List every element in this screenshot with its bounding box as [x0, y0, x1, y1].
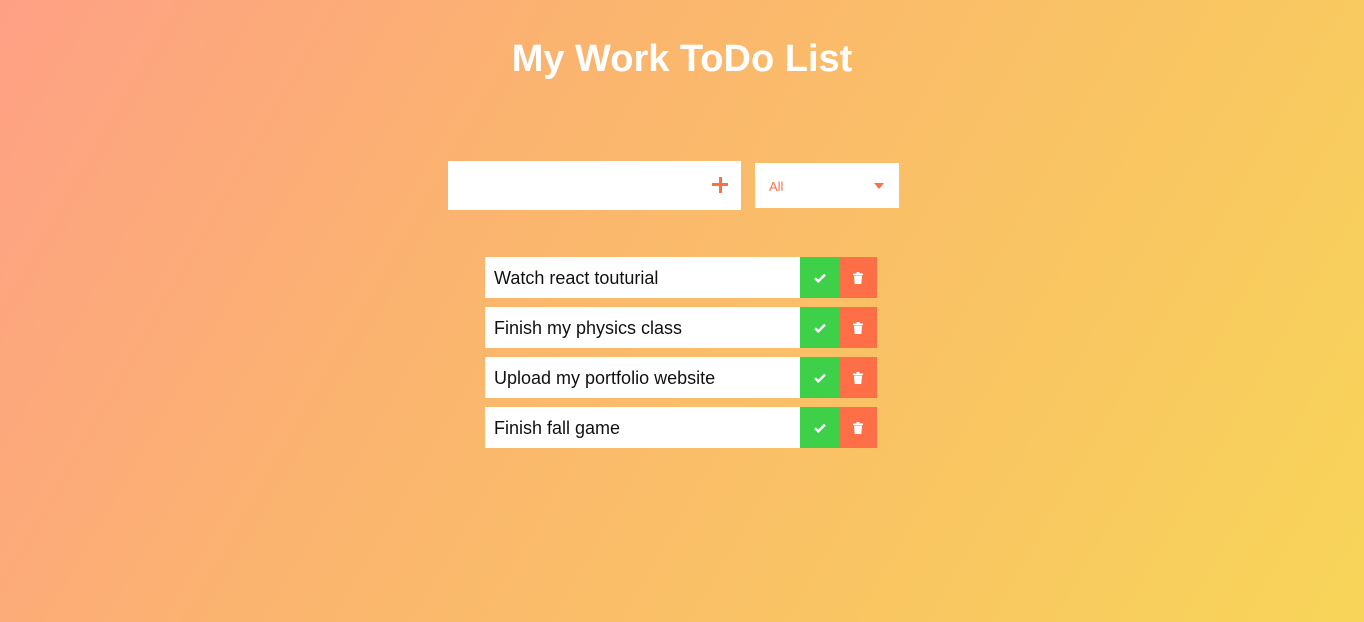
- delete-button[interactable]: [839, 357, 877, 398]
- todo-input-wrapper: [448, 161, 741, 210]
- todo-text: Upload my portfolio website: [494, 368, 716, 388]
- trash-icon: [853, 321, 863, 334]
- trash-icon: [853, 421, 863, 434]
- todo-item: Upload my portfolio website: [485, 357, 877, 398]
- check-icon: [813, 273, 826, 283]
- trash-icon: [853, 371, 863, 384]
- todo-text: Finish my physics class: [494, 318, 683, 338]
- complete-button[interactable]: [800, 407, 839, 448]
- todo-text-box: Finish fall game: [485, 407, 800, 448]
- todo-item: Watch react touturial: [485, 257, 877, 298]
- todo-text: Finish fall game: [494, 418, 621, 438]
- chevron-down-icon: [874, 183, 884, 189]
- check-icon: [813, 323, 826, 333]
- plus-icon: [712, 177, 728, 193]
- delete-button[interactable]: [839, 257, 877, 298]
- delete-button[interactable]: [839, 407, 877, 448]
- add-todo-button[interactable]: [711, 174, 729, 196]
- complete-button[interactable]: [800, 357, 839, 398]
- page-title: My Work ToDo List: [511, 38, 853, 80]
- check-icon: [813, 423, 826, 433]
- todo-text-box: Upload my portfolio website: [485, 357, 800, 398]
- filter-select[interactable]: All: [755, 163, 899, 208]
- complete-button[interactable]: [800, 307, 839, 348]
- trash-icon: [853, 271, 863, 284]
- todo-text-box: Finish my physics class: [485, 307, 800, 348]
- todo-input[interactable]: [448, 161, 698, 210]
- todo-item: Finish fall game: [485, 407, 877, 448]
- todo-text: Watch react touturial: [494, 268, 659, 288]
- todo-text-box: Watch react touturial: [485, 257, 800, 298]
- check-icon: [813, 373, 826, 383]
- todo-item: Finish my physics class: [485, 307, 877, 348]
- filter-selected-value: All: [769, 179, 784, 194]
- todo-list: Watch react touturial Finish my physics …: [485, 257, 877, 457]
- complete-button[interactable]: [800, 257, 839, 298]
- delete-button[interactable]: [839, 307, 877, 348]
